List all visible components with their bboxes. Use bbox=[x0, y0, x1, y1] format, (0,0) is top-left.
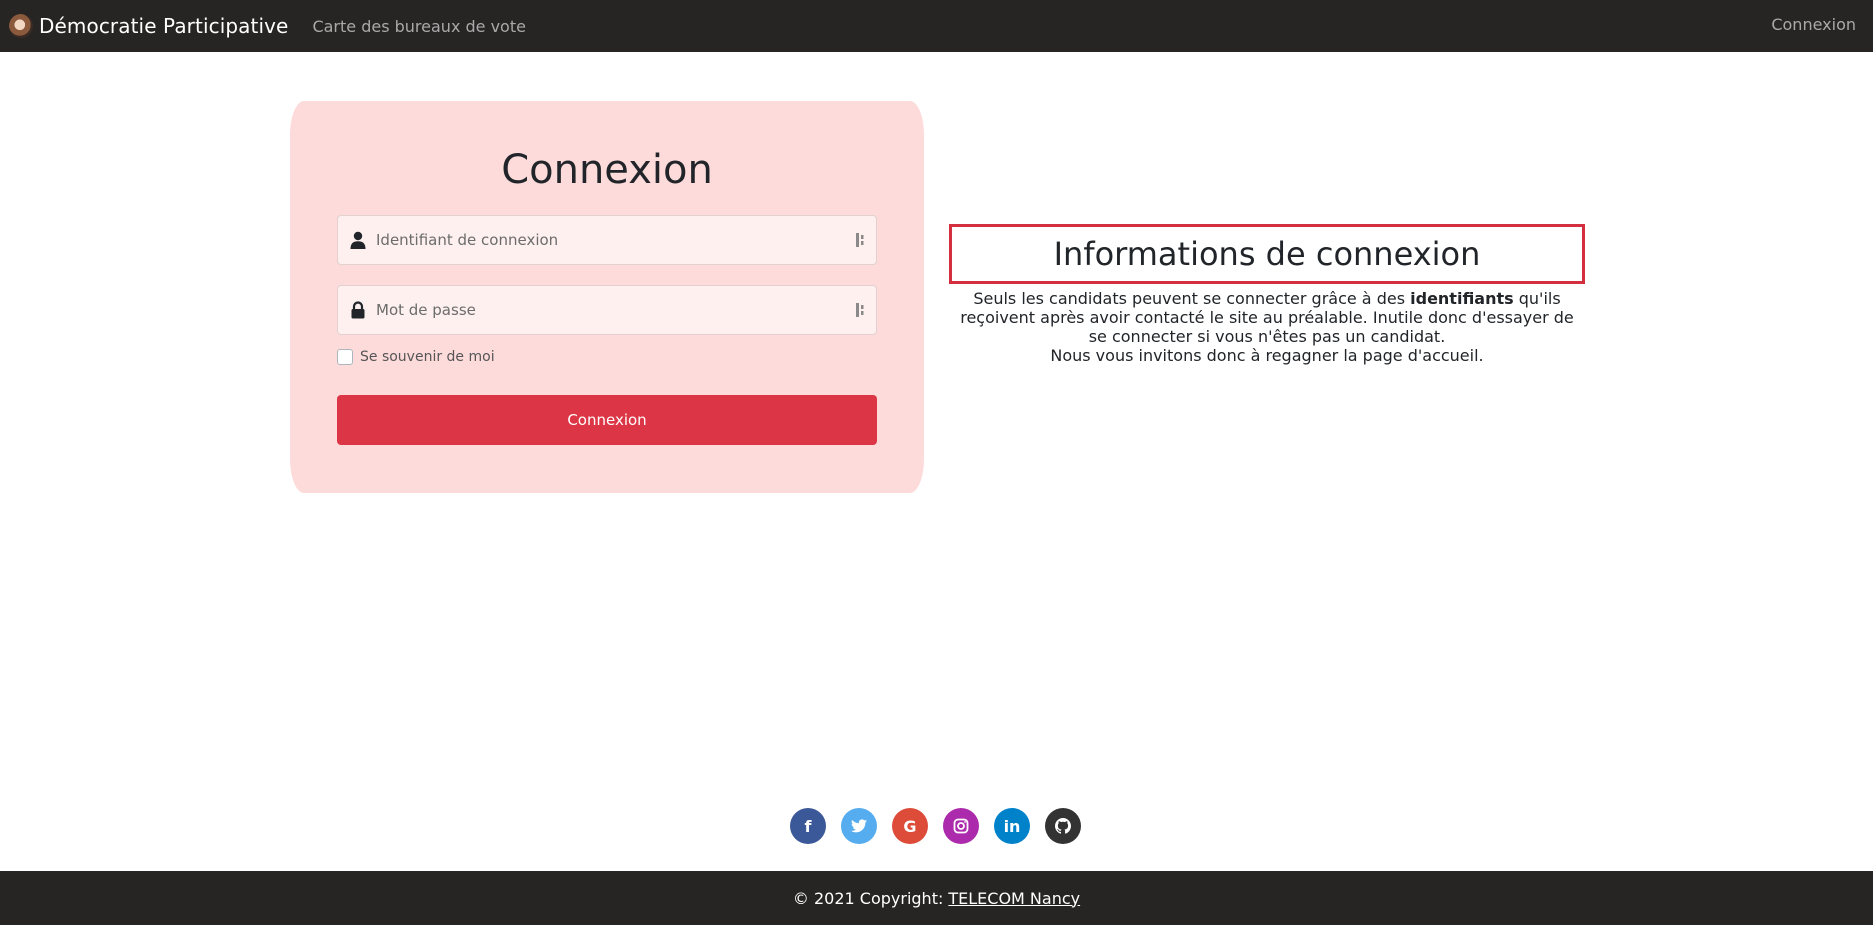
info-text: Seuls les candidats peuvent se connecter… bbox=[949, 289, 1585, 365]
nav-link-map[interactable]: Carte des bureaux de vote bbox=[312, 17, 526, 36]
login-submit-button[interactable]: Connexion bbox=[337, 395, 877, 445]
brand-title: Démocratie Participative bbox=[39, 14, 289, 38]
remember-me[interactable]: Se souvenir de moi bbox=[337, 349, 495, 365]
footer-copyright: © 2021 Copyright: bbox=[792, 888, 944, 908]
footer-link-telecom[interactable]: TELECOM Nancy bbox=[948, 889, 1080, 908]
google-icon[interactable]: G bbox=[892, 808, 928, 844]
twitter-icon[interactable] bbox=[841, 808, 877, 844]
password-field[interactable] bbox=[337, 285, 877, 335]
user-icon bbox=[340, 231, 376, 249]
facebook-icon[interactable]: f bbox=[790, 808, 826, 844]
info-text-line2: Nous vous invitons donc à regagner la pa… bbox=[1050, 346, 1484, 365]
top-navbar: Démocratie Participative Carte des burea… bbox=[0, 0, 1873, 52]
instagram-icon[interactable] bbox=[943, 808, 979, 844]
info-text-part1: Seuls les candidats peuvent se connecter… bbox=[973, 289, 1411, 308]
github-icon[interactable] bbox=[1045, 808, 1081, 844]
footer: © 2021 Copyright: TELECOM Nancy bbox=[0, 871, 1873, 925]
username-field[interactable] bbox=[337, 215, 877, 265]
remember-checkbox[interactable] bbox=[337, 349, 353, 365]
brand-link[interactable]: Démocratie Participative bbox=[9, 14, 288, 38]
password-manager-icon[interactable] bbox=[846, 232, 876, 248]
social-links: f G in bbox=[790, 808, 1096, 844]
username-input[interactable] bbox=[376, 231, 846, 249]
password-manager-icon[interactable] bbox=[846, 302, 876, 318]
linkedin-icon[interactable]: in bbox=[994, 808, 1030, 844]
password-input[interactable] bbox=[376, 301, 846, 319]
login-card: Connexion Identifiant de connexion Se so… bbox=[290, 101, 924, 493]
brand-logo-icon bbox=[9, 14, 33, 38]
info-title: Informations de connexion bbox=[1053, 235, 1481, 273]
lock-icon bbox=[340, 301, 376, 319]
info-text-bold: identifiants bbox=[1410, 289, 1514, 308]
info-title-box: Informations de connexion bbox=[949, 224, 1585, 284]
login-title: Connexion bbox=[501, 147, 713, 193]
nav-link-login[interactable]: Connexion bbox=[1771, 15, 1856, 34]
remember-label: Se souvenir de moi bbox=[360, 349, 495, 365]
